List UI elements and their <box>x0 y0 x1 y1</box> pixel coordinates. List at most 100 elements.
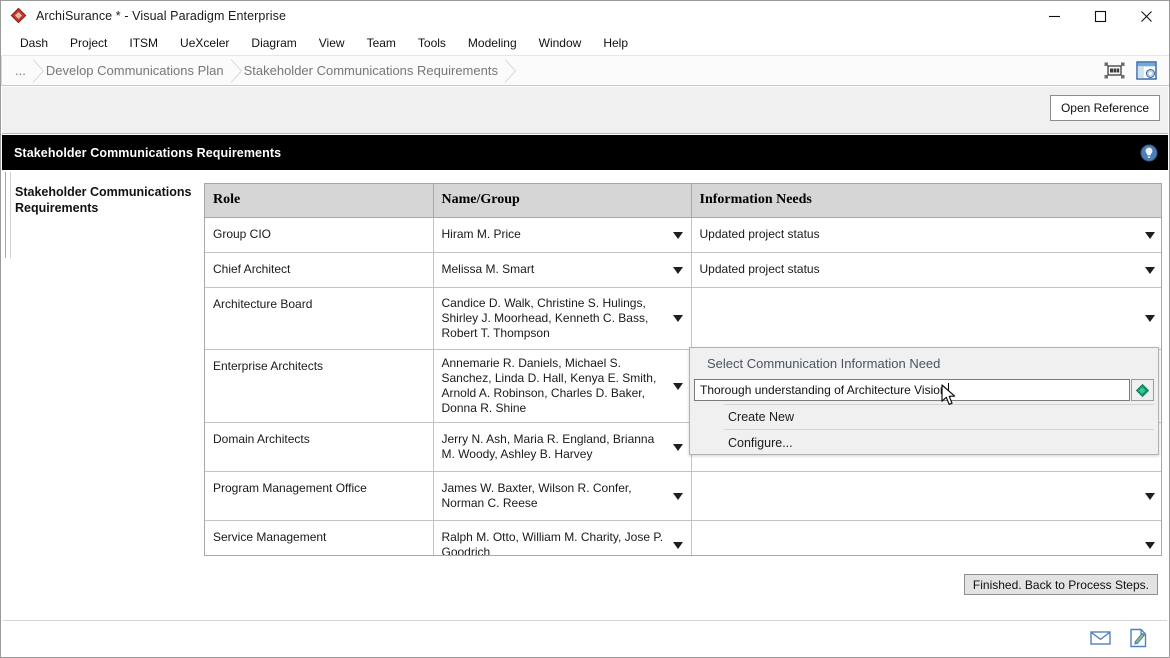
panel-settings-icon[interactable] <box>1133 59 1159 83</box>
breadcrumb: ... Develop Communications Plan Stakehol… <box>1 55 1169 86</box>
cell-name-group[interactable]: Ralph M. Otto, William M. Charity, Jose … <box>433 520 692 556</box>
popup-input-row: Thorough understanding of Architecture V… <box>694 379 1154 401</box>
select-information-need-popup: Select Communication Information Need Th… <box>689 347 1159 455</box>
cell-name-group-text: Melissa M. Smart <box>441 262 535 276</box>
cell-role[interactable]: Chief Architect <box>205 252 434 288</box>
close-icon[interactable] <box>1123 1 1169 31</box>
cell-name-group-text: James W. Baxter, Wilson R. Confer, Norma… <box>441 480 632 510</box>
cell-name-group-text: Candice D. Walk, Christine S. Hulings, S… <box>441 295 649 340</box>
cell-name-group[interactable]: Candice D. Walk, Christine S. Hulings, S… <box>433 287 692 350</box>
chevron-down-icon[interactable] <box>672 492 683 500</box>
table-row: Architecture Board Candice D. Walk, Chri… <box>205 287 1161 350</box>
menu-item-dash[interactable]: Dash <box>9 33 59 53</box>
menu-item-project[interactable]: Project <box>59 33 118 53</box>
popup-option-list: Create New Configure... <box>724 405 1154 452</box>
breadcrumb-item-label: Develop Communications Plan <box>45 63 224 78</box>
chevron-down-icon[interactable] <box>1145 315 1155 322</box>
menu-item-tools[interactable]: Tools <box>407 33 457 53</box>
breadcrumb-item-ellipsis[interactable]: ... <box>1 55 44 86</box>
cell-information-needs[interactable] <box>691 471 1161 521</box>
section-header: Stakeholder Communications Requirements <box>2 135 1168 170</box>
sidebar-title: Stakeholder Communications Requirements <box>15 185 192 215</box>
column-header-role: Role <box>205 184 434 218</box>
cell-information-needs[interactable]: Updated project status <box>691 217 1161 253</box>
mail-envelope-icon[interactable] <box>1089 627 1111 649</box>
cell-information-needs-text: Updated project status <box>699 262 820 276</box>
table-row: Program Management Office James W. Baxte… <box>205 471 1161 521</box>
information-need-input[interactable]: Thorough understanding of Architecture V… <box>694 379 1130 401</box>
cell-information-needs-text: Updated project status <box>699 227 820 241</box>
cell-name-group-text: Annemarie R. Daniels, Michael S. Sanchez… <box>441 355 657 415</box>
cell-name-group-text: Hiram M. Price <box>441 227 521 241</box>
menu-item-view[interactable]: View <box>308 33 356 53</box>
fit-to-screen-icon[interactable] <box>1101 59 1127 83</box>
reference-toolbar: Open Reference <box>2 87 1168 134</box>
menu-bar: Dash Project ITSM UeXceler Diagram View … <box>1 31 1169 56</box>
chevron-down-icon[interactable] <box>672 231 683 239</box>
menu-item-diagram[interactable]: Diagram <box>240 33 307 53</box>
popup-item-create-new[interactable]: Create New <box>724 405 1154 430</box>
menu-item-modeling[interactable]: Modeling <box>457 33 528 53</box>
cell-information-needs[interactable] <box>691 520 1161 555</box>
chevron-down-icon[interactable] <box>1145 541 1155 549</box>
chevron-down-icon[interactable] <box>672 266 683 274</box>
breadcrumb-tools <box>1101 59 1169 83</box>
breadcrumb-item-label: ... <box>15 63 26 78</box>
breadcrumb-item-develop-communications-plan[interactable]: Develop Communications Plan <box>32 56 242 86</box>
archimate-element-icon[interactable] <box>1131 379 1154 401</box>
info-bulb-icon[interactable] <box>1140 144 1158 162</box>
menu-item-uexceler[interactable]: UeXceler <box>169 33 240 53</box>
chevron-down-icon[interactable] <box>1145 492 1155 500</box>
table-row: Group CIO Hiram M. Price Updated project… <box>205 217 1161 253</box>
cell-role[interactable]: Group CIO <box>205 217 434 253</box>
cell-role[interactable]: Domain Architects <box>205 422 434 472</box>
column-header-name-group: Name/Group <box>433 184 692 218</box>
cell-role[interactable]: Enterprise Architects <box>205 349 434 423</box>
menu-item-help[interactable]: Help <box>592 33 639 53</box>
vp-diamond-logo-icon <box>10 7 28 25</box>
information-need-input-value: Thorough understanding of Architecture V… <box>700 383 947 397</box>
application-window: ArchiSurance * - Visual Paradigm Enterpr… <box>0 0 1170 658</box>
cell-name-group[interactable]: Melissa M. Smart <box>433 252 692 288</box>
left-rail-divider <box>5 172 11 258</box>
cell-information-needs[interactable] <box>691 287 1161 350</box>
popup-title: Select Communication Information Need <box>707 356 941 371</box>
cell-name-group[interactable]: James W. Baxter, Wilson R. Confer, Norma… <box>433 471 692 521</box>
menu-item-window[interactable]: Window <box>528 33 593 53</box>
chevron-down-icon[interactable] <box>1145 266 1155 274</box>
cell-name-group[interactable]: Annemarie R. Daniels, Michael S. Sanchez… <box>433 349 692 423</box>
window-controls <box>1031 1 1169 31</box>
finished-back-to-process-steps-button[interactable]: Finished. Back to Process Steps. <box>963 574 1158 595</box>
table-row: Chief Architect Melissa M. Smart Updated… <box>205 252 1161 288</box>
menu-item-itsm[interactable]: ITSM <box>118 33 169 53</box>
chevron-down-icon[interactable] <box>672 382 683 390</box>
cell-name-group[interactable]: Hiram M. Price <box>433 217 692 253</box>
table-row: Service Management Ralph M. Otto, Willia… <box>205 520 1161 556</box>
status-bar <box>3 620 1167 655</box>
menu-item-team[interactable]: Team <box>356 33 407 53</box>
chevron-down-icon[interactable] <box>672 315 683 322</box>
breadcrumb-item-stakeholder-communications-requirements[interactable]: Stakeholder Communications Requirements <box>230 56 516 86</box>
chevron-down-icon[interactable] <box>1145 231 1155 239</box>
chevron-down-icon[interactable] <box>672 443 683 451</box>
maximize-icon[interactable] <box>1077 1 1123 31</box>
breadcrumb-item-label: Stakeholder Communications Requirements <box>243 63 498 78</box>
cell-role[interactable]: Architecture Board <box>205 287 434 350</box>
table-header-row: Role Name/Group Information Needs <box>205 184 1161 218</box>
section-title: Stakeholder Communications Requirements <box>14 145 282 160</box>
title-bar: ArchiSurance * - Visual Paradigm Enterpr… <box>1 1 1169 31</box>
minimize-icon[interactable] <box>1031 1 1077 31</box>
popup-item-configure[interactable]: Configure... <box>724 430 1154 455</box>
chevron-down-icon[interactable] <box>672 541 683 549</box>
column-header-information-needs: Information Needs <box>691 184 1161 218</box>
cell-name-group-text: Ralph M. Otto, William M. Charity, Jose … <box>441 529 664 556</box>
cell-name-group-text: Jerry N. Ash, Maria R. England, Brianna … <box>441 431 655 461</box>
document-edit-icon[interactable] <box>1127 627 1149 649</box>
breadcrumb-list: ... Develop Communications Plan Stakehol… <box>1 55 516 86</box>
cell-role[interactable]: Service Management <box>205 520 434 555</box>
cell-role[interactable]: Program Management Office <box>205 471 434 521</box>
cell-information-needs[interactable]: Updated project status <box>691 252 1161 288</box>
cell-name-group[interactable]: Jerry N. Ash, Maria R. England, Brianna … <box>433 422 692 472</box>
window-title: ArchiSurance * - Visual Paradigm Enterpr… <box>36 9 287 23</box>
open-reference-button[interactable]: Open Reference <box>1049 95 1160 121</box>
